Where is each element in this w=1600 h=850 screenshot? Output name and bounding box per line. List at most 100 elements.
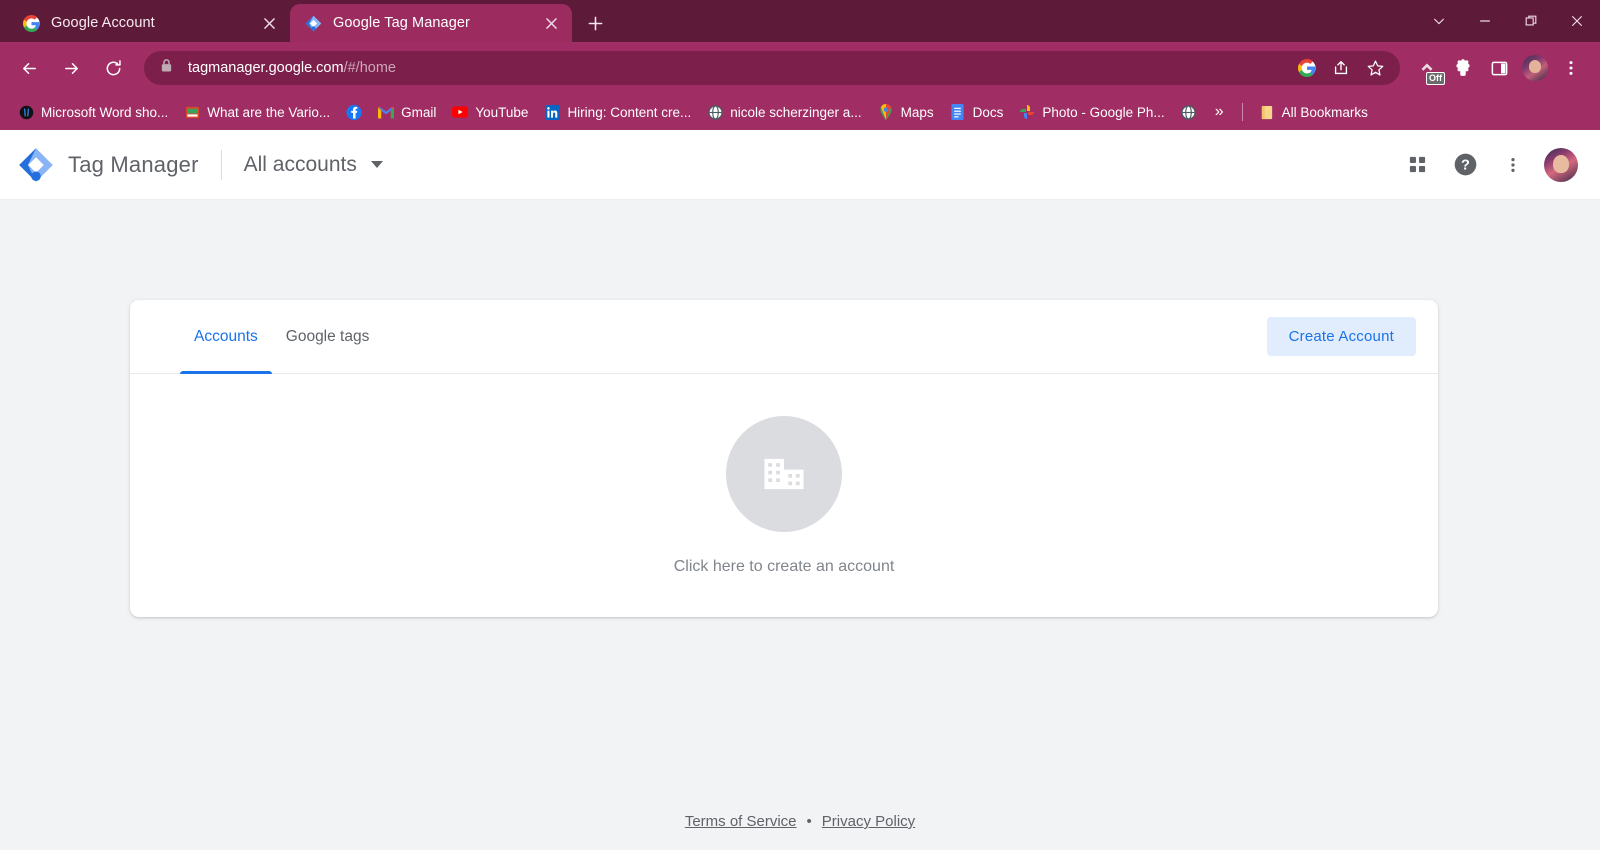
bookmark-label: Hiring: Content cre... [567,104,692,120]
all-bookmarks-button[interactable]: All Bookmarks [1251,99,1376,125]
minimize-button[interactable] [1462,0,1508,42]
article-icon [184,104,200,120]
page-title: Tag Manager [68,151,199,177]
bookmark-label: Microsoft Word sho... [41,104,169,120]
globe-icon [1181,104,1197,120]
help-icon[interactable]: ? [1448,148,1482,182]
bookmark-label: nicole scherzinger a... [730,104,862,120]
browser-window: Google Account Google Tag Manager tagman… [0,0,1600,850]
bookmark-youtube[interactable]: YouTube [444,99,536,125]
card-tabs: Accounts Google tags [130,300,384,374]
terms-of-service-link[interactable]: Terms of Service [685,813,797,830]
google-g-icon[interactable] [1292,53,1322,83]
forward-button[interactable] [54,51,88,85]
card-header: Accounts Google tags Create Account [130,300,1438,374]
restore-button[interactable] [1508,0,1554,42]
user-avatar[interactable] [1544,147,1578,182]
docs-icon [950,104,966,120]
accounts-card: Accounts Google tags Create Account Clic… [130,300,1438,617]
tab-search-chevron-down-icon[interactable] [1416,0,1462,42]
tab-strip: Google Account Google Tag Manager [0,0,1600,42]
tab-label: Google tags [285,327,370,345]
header-divider [220,149,222,180]
address-bar[interactable]: tagmanager.google.com/#/home [144,51,1400,85]
word-icon [18,104,34,120]
google-photos-icon [1019,104,1035,120]
bookmark-photo-google-photos[interactable]: Photo - Google Ph... [1011,99,1172,125]
omnibox-actions [1292,53,1390,83]
privacy-policy-link[interactable]: Privacy Policy [822,813,915,830]
bookmark-microsoft-word[interactable]: Microsoft Word sho... [10,99,176,125]
empty-state[interactable]: Click here to create an account [130,374,1438,617]
chevron-down-icon [370,161,383,168]
profile-avatar[interactable] [1518,51,1552,85]
page-viewport: Tag Manager All accounts ? Accounts Goog… [0,130,1600,850]
bookmarks-bar: Microsoft Word sho... What are the Vario… [0,94,1600,130]
facebook-icon [346,104,362,120]
apps-grid-icon[interactable] [1400,148,1434,182]
google-g-icon [22,14,40,32]
new-tab-button[interactable] [578,6,612,40]
browser-toolbar: tagmanager.google.com/#/home Off [0,42,1600,94]
share-icon[interactable] [1326,53,1356,83]
toolbar-right-actions: Off [1410,51,1588,85]
chrome-menu-icon[interactable] [1554,51,1588,85]
close-icon[interactable] [258,12,280,34]
bookmark-label: YouTube [475,104,529,120]
all-bookmarks-label: All Bookmarks [1281,104,1368,120]
window-controls [1416,0,1600,42]
bookmark-facebook[interactable] [338,99,370,125]
globe-icon [707,104,723,120]
side-panel-icon[interactable] [1482,51,1516,85]
tab-accounts[interactable]: Accounts [180,300,272,374]
bookmark-gmail[interactable]: Gmail [370,99,444,125]
bookmark-hiring-content-creator[interactable]: Hiring: Content cre... [536,99,699,125]
page-footer: Terms of Service • Privacy Policy [0,813,1600,830]
tab-title: Google Tag Manager [333,15,470,31]
back-button[interactable] [12,51,46,85]
browser-tab-google-tag-manager[interactable]: Google Tag Manager [290,4,572,42]
avatar [1522,55,1548,81]
main-content: Accounts Google tags Create Account Clic… [0,200,1600,850]
url-text: tagmanager.google.com/#/home [188,60,1292,76]
tag-manager-icon [304,14,322,32]
account-selector[interactable]: All accounts [244,153,383,177]
linkedin-icon [544,104,560,120]
tab-label: Accounts [194,327,258,345]
empty-state-text: Click here to create an account [673,557,895,575]
bookmark-label: Photo - Google Ph... [1042,104,1165,120]
bookmark-docs[interactable]: Docs [942,99,1012,125]
bookmark-globe-site[interactable] [1173,99,1205,125]
browser-tab-google-account[interactable]: Google Account [8,4,290,42]
extension-off-icon[interactable]: Off [1410,51,1445,85]
footer-separator: • [806,813,812,830]
app-header: Tag Manager All accounts ? [0,130,1600,200]
bookmark-label: Maps [900,104,934,120]
bookmark-nicole-scherzinger[interactable]: nicole scherzinger a... [699,99,869,125]
app-header-actions: ? [1400,147,1578,182]
lock-icon [160,58,176,78]
reload-button[interactable] [96,51,130,85]
business-building-icon [726,415,842,532]
youtube-icon [452,104,469,120]
tag-manager-logo-icon[interactable] [18,147,54,183]
bookmark-star-icon[interactable] [1360,53,1390,83]
account-selector-label: All accounts [243,152,357,176]
bookmark-what-are-the-various[interactable]: What are the Vario... [176,99,338,125]
bookmark-label: What are the Vario... [207,104,331,120]
svg-text:?: ? [1461,158,1470,174]
url-path: /#/home [343,60,396,76]
avatar [1544,147,1578,182]
extensions-puzzle-icon[interactable] [1446,51,1480,85]
bookmark-label: Docs [972,104,1004,120]
tab-google-tags[interactable]: Google tags [272,300,384,373]
close-button[interactable] [1554,0,1600,42]
bookmark-maps[interactable]: Maps [870,99,942,125]
create-account-button[interactable]: Create Account [1266,317,1416,356]
bookmark-label: Gmail [401,104,437,120]
more-options-icon[interactable] [1496,148,1530,182]
close-icon[interactable] [540,12,562,34]
bookmarks-overflow-button[interactable]: » [1205,103,1234,121]
maps-icon [878,104,894,120]
off-badge-label: Off [1426,72,1445,85]
